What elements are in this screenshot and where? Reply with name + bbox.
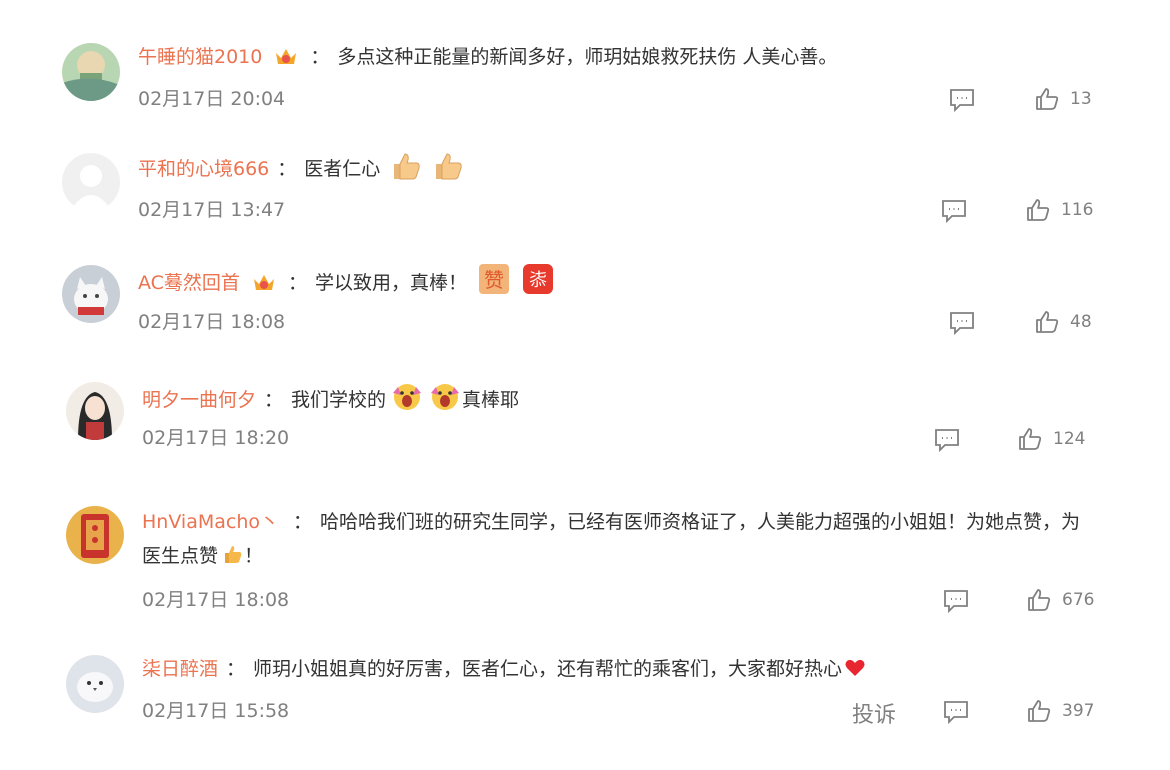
comment-text: 医者仁心 xyxy=(304,158,381,180)
reply-icon[interactable] xyxy=(948,310,976,336)
jiayou-sticker-text: 㓒 xyxy=(529,270,547,291)
like-count: 676 xyxy=(1062,590,1095,610)
like-count: 116 xyxy=(1061,200,1094,220)
reply-icon[interactable] xyxy=(942,699,970,725)
thumbs-up-outline-icon xyxy=(1028,700,1051,722)
comment-text: 哈哈哈我们班的研究生同学，已经有医师资格证了，人美能力超强的小姐姐！为她点赞，为… xyxy=(142,511,1081,567)
like-count: 13 xyxy=(1070,89,1092,109)
username-link[interactable]: 柒日醉酒 xyxy=(142,658,218,680)
avatar[interactable] xyxy=(66,382,124,440)
comment-text: 我们学校的 xyxy=(291,389,387,411)
zan-sticker-icon: 赞 xyxy=(479,264,510,294)
like-button[interactable]: 124 xyxy=(1017,426,1085,452)
username-link[interactable]: 午睡的猫2010 xyxy=(138,46,262,68)
like-button[interactable]: 676 xyxy=(1026,587,1094,613)
thumbs-up-small-icon xyxy=(225,546,242,563)
comment-text: 师玥小姐姐真的好厉害，医者仁心，还有帮忙的乘客们，大家都好热心 xyxy=(253,658,843,680)
timestamp: 02月17日 15:58 xyxy=(142,700,290,722)
like-button[interactable]: 13 xyxy=(1034,86,1092,112)
thumbs-up-outline-icon xyxy=(1027,199,1050,221)
heart-icon xyxy=(845,659,865,676)
separator: ： xyxy=(287,272,307,294)
jiayou-sticker-icon: 㓒 xyxy=(523,264,554,294)
timestamp: 02月17日 18:08 xyxy=(142,589,290,611)
like-button[interactable]: 397 xyxy=(1026,698,1094,724)
like-count: 397 xyxy=(1062,701,1095,721)
like-count: 48 xyxy=(1070,312,1092,332)
comment-body: 平和的心境666 ： 医者仁心 xyxy=(138,150,464,186)
vip-crown-icon xyxy=(276,49,297,64)
vip-crown-icon xyxy=(253,275,274,290)
comment-text: 学以致用，真棒！ xyxy=(314,272,467,294)
report-button[interactable]: 投诉 xyxy=(852,697,896,729)
separator: ： xyxy=(310,46,330,68)
reply-icon[interactable] xyxy=(940,198,968,224)
comment-body: HnViaMacho丶 ：哈哈哈我们班的研究生同学，已经有医师资格证了，人美能力超… xyxy=(142,505,1092,573)
thumbs-up-outline-icon xyxy=(1019,428,1042,450)
comment-text-after: 真棒耶 xyxy=(462,389,520,411)
timestamp: 02月17日 18:20 xyxy=(142,427,290,449)
avatar[interactable] xyxy=(62,153,120,211)
thumbs-up-outline-icon xyxy=(1036,88,1059,110)
cheer-face-icon xyxy=(393,384,422,410)
separator: ： xyxy=(226,658,246,680)
comment-body: 明夕一曲何夕 ： 我们学校的 真棒耶 xyxy=(142,379,519,417)
avatar[interactable] xyxy=(62,265,120,323)
thumbs-up-icon xyxy=(394,153,421,180)
avatar[interactable] xyxy=(66,655,124,713)
comment-page: { "comments": [ { "user": "午睡的猫2010", "h… xyxy=(0,0,1170,770)
reply-icon[interactable] xyxy=(942,588,970,614)
comment-text: 多点这种正能量的新闻多好，师玥姑娘救死扶伤 人美心善。 xyxy=(337,46,838,68)
timestamp: 02月17日 18:08 xyxy=(138,311,286,333)
username-link[interactable]: 明夕一曲何夕 xyxy=(142,389,256,411)
comment-body: AC蓦然回首 ： 学以致用，真棒！ 赞 㓒 xyxy=(138,262,555,300)
separator: ： xyxy=(292,511,312,533)
zan-sticker-text: 赞 xyxy=(484,268,504,292)
separator: ： xyxy=(277,158,297,180)
reply-icon[interactable] xyxy=(948,87,976,113)
avatar[interactable] xyxy=(62,43,120,101)
timestamp: 02月17日 13:47 xyxy=(138,199,286,221)
comment-text-after: ！ xyxy=(244,545,264,567)
username-link[interactable]: HnViaMacho丶 xyxy=(142,511,279,533)
reply-icon[interactable] xyxy=(933,427,961,453)
username-link[interactable]: 平和的心境666 xyxy=(138,158,269,180)
like-button[interactable]: 116 xyxy=(1025,197,1093,223)
avatar[interactable] xyxy=(66,506,124,564)
like-count: 124 xyxy=(1053,429,1086,449)
thumbs-up-icon xyxy=(436,153,463,180)
username-link[interactable]: AC蓦然回首 xyxy=(138,272,240,294)
thumbs-up-outline-icon xyxy=(1036,311,1059,333)
like-button[interactable]: 48 xyxy=(1034,309,1092,335)
thumbs-up-outline-icon xyxy=(1028,589,1051,611)
timestamp: 02月17日 20:04 xyxy=(138,88,286,110)
comment-body: 柒日醉酒 ： 师玥小姐姐真的好厉害，医者仁心，还有帮忙的乘客们，大家都好热心 xyxy=(142,652,866,686)
comment-body: 午睡的猫2010 ： 多点这种正能量的新闻多好，师玥姑娘救死扶伤 人美心善。 xyxy=(138,40,837,74)
cheer-face-icon xyxy=(431,384,460,410)
separator: ： xyxy=(264,389,284,411)
